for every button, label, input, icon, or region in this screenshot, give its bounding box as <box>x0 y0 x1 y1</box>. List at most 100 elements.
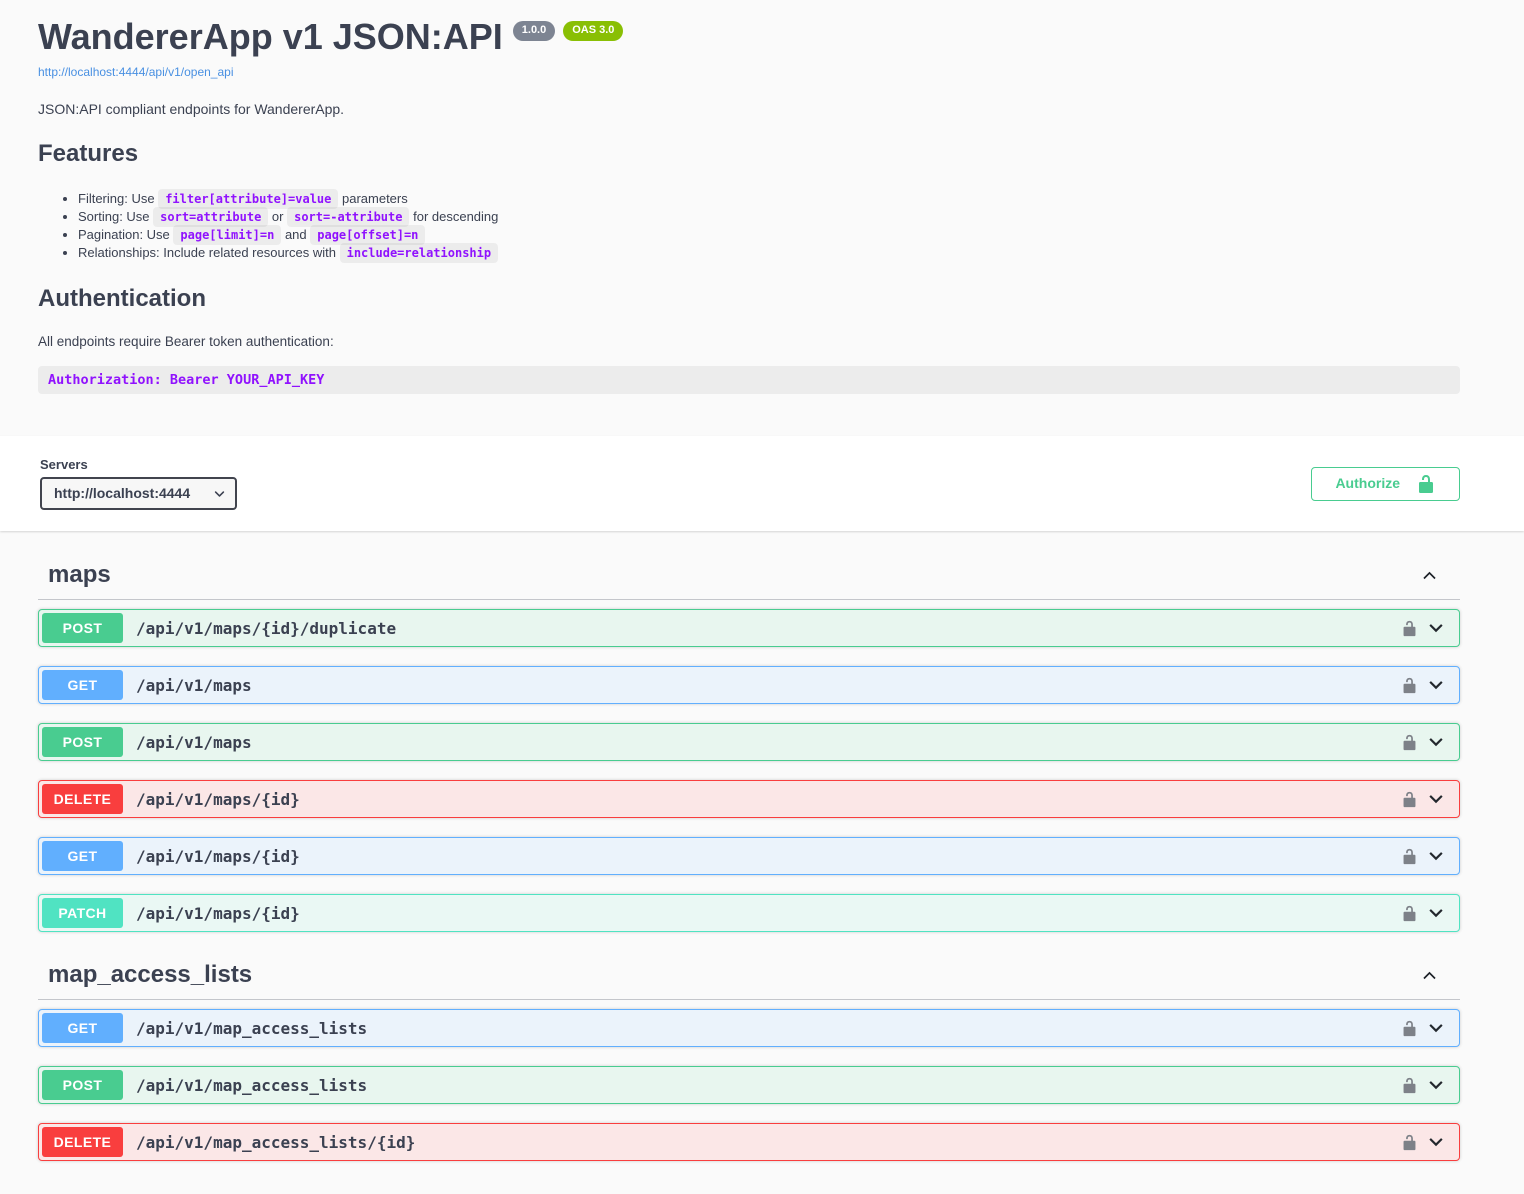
auth-lock-button[interactable] <box>1401 848 1418 865</box>
chevron-down-icon <box>1427 790 1445 808</box>
method-badge: PATCH <box>42 898 123 928</box>
chevron-down-icon <box>1427 676 1445 694</box>
servers-label: Servers <box>40 457 237 472</box>
chevron-down-icon <box>1427 847 1445 865</box>
inline-code: sort=-attribute <box>287 207 409 227</box>
operation-path: /api/v1/map_access_lists <box>136 1076 1401 1095</box>
method-badge: GET <box>42 841 123 871</box>
auth-description: All endpoints require Bearer token authe… <box>38 334 1460 349</box>
expand-operation-button[interactable] <box>1427 1133 1445 1151</box>
feature-item: Filtering: Use filter[attribute]=value p… <box>78 190 1460 208</box>
operation-row[interactable]: GET /api/v1/maps/{id} <box>38 837 1460 875</box>
expand-operation-button[interactable] <box>1427 676 1445 694</box>
expand-operation-button[interactable] <box>1427 619 1445 637</box>
expand-operation-button[interactable] <box>1427 733 1445 751</box>
operation-path: /api/v1/maps/{id} <box>136 904 1401 923</box>
chevron-up-icon <box>1421 967 1438 984</box>
unlock-icon <box>1401 620 1418 637</box>
inline-code: include=relationship <box>340 243 499 263</box>
server-select[interactable]: http://localhost:4444 <box>40 477 237 510</box>
unlock-icon <box>1401 791 1418 808</box>
tag-section: map_access_lists GET /api/v1/map_access_… <box>38 951 1460 1161</box>
chevron-down-icon <box>1427 733 1445 751</box>
collapse-section-button[interactable] <box>1421 567 1438 584</box>
unlock-icon <box>1401 677 1418 694</box>
expand-operation-button[interactable] <box>1427 1019 1445 1037</box>
auth-lock-button[interactable] <box>1401 1077 1418 1094</box>
operation-row[interactable]: POST /api/v1/map_access_lists <box>38 1066 1460 1104</box>
operation-path: /api/v1/map_access_lists <box>136 1019 1401 1038</box>
tag-name: maps <box>48 561 111 589</box>
unlock-icon <box>1401 1134 1418 1151</box>
base-url-link[interactable]: http://localhost:4444/api/v1/open_api <box>38 65 233 79</box>
authorize-label: Authorize <box>1335 475 1400 492</box>
chevron-down-icon <box>1427 904 1445 922</box>
expand-operation-button[interactable] <box>1427 904 1445 922</box>
operation-row[interactable]: PATCH /api/v1/maps/{id} <box>38 894 1460 932</box>
chevron-down-icon <box>1427 619 1445 637</box>
tag-name: map_access_lists <box>48 961 252 989</box>
expand-operation-button[interactable] <box>1427 847 1445 865</box>
inline-code: filter[attribute]=value <box>158 189 338 209</box>
operation-row[interactable]: DELETE /api/v1/map_access_lists/{id} <box>38 1123 1460 1161</box>
api-title-text: WandererApp v1 JSON:API <box>38 18 503 56</box>
expand-operation-button[interactable] <box>1427 1076 1445 1094</box>
feature-item: Relationships: Include related resources… <box>78 244 1460 262</box>
expand-operation-button[interactable] <box>1427 790 1445 808</box>
operation-row[interactable]: POST /api/v1/maps/{id}/duplicate <box>38 609 1460 647</box>
auth-lock-button[interactable] <box>1401 905 1418 922</box>
scheme-container: Servers http://localhost:4444 Authorize <box>0 436 1524 531</box>
server-select-wrap: http://localhost:4444 <box>40 477 237 510</box>
tag-header[interactable]: maps <box>38 551 1460 600</box>
operation-path: /api/v1/maps/{id} <box>136 790 1401 809</box>
auth-lock-button[interactable] <box>1401 677 1418 694</box>
unlock-icon <box>1401 905 1418 922</box>
operation-path: /api/v1/maps/{id}/duplicate <box>136 619 1401 638</box>
inline-code: page[offset]=n <box>310 225 425 245</box>
authentication-heading: Authentication <box>38 285 1460 313</box>
unlock-icon <box>1401 1077 1418 1094</box>
method-badge: GET <box>42 1013 123 1043</box>
auth-lock-button[interactable] <box>1401 1020 1418 1037</box>
operation-row[interactable]: GET /api/v1/maps <box>38 666 1460 704</box>
operations-sections: maps POST /api/v1/maps/{id}/duplicate GE… <box>0 531 1524 1194</box>
tag-section: maps POST /api/v1/maps/{id}/duplicate GE… <box>38 551 1460 932</box>
chevron-up-icon <box>1421 567 1438 584</box>
operation-row[interactable]: DELETE /api/v1/maps/{id} <box>38 780 1460 818</box>
method-badge: POST <box>42 727 123 757</box>
features-heading: Features <box>38 140 1460 168</box>
operation-path: /api/v1/maps <box>136 676 1401 695</box>
unlock-icon <box>1416 474 1436 494</box>
servers-block: Servers http://localhost:4444 <box>40 457 237 510</box>
auth-lock-button[interactable] <box>1401 734 1418 751</box>
swagger-ui-page: WandererApp v1 JSON:API 1.0.0 OAS 3.0 ht… <box>0 0 1524 1194</box>
unlock-icon <box>1401 1020 1418 1037</box>
unlock-icon <box>1401 734 1418 751</box>
operation-path: /api/v1/maps/{id} <box>136 847 1401 866</box>
auth-lock-button[interactable] <box>1401 1134 1418 1151</box>
operation-row[interactable]: GET /api/v1/map_access_lists <box>38 1009 1460 1047</box>
inline-code: sort=attribute <box>153 207 268 227</box>
auth-lock-button[interactable] <box>1401 620 1418 637</box>
operations-list: POST /api/v1/maps/{id}/duplicate GET /ap… <box>38 609 1460 932</box>
tag-header[interactable]: map_access_lists <box>38 951 1460 1000</box>
chevron-down-icon <box>1427 1019 1445 1037</box>
method-badge: DELETE <box>42 784 123 814</box>
chevron-down-icon <box>1427 1076 1445 1094</box>
version-badge: 1.0.0 <box>513 21 555 41</box>
api-description: JSON:API compliant endpoints for Wandere… <box>38 101 1460 117</box>
method-badge: POST <box>42 613 123 643</box>
operation-row[interactable]: POST /api/v1/maps <box>38 723 1460 761</box>
authorize-button[interactable]: Authorize <box>1311 467 1460 501</box>
operation-path: /api/v1/maps <box>136 733 1401 752</box>
feature-item: Sorting: Use sort=attribute or sort=-att… <box>78 208 1460 226</box>
unlock-icon <box>1401 848 1418 865</box>
method-badge: DELETE <box>42 1127 123 1157</box>
collapse-section-button[interactable] <box>1421 967 1438 984</box>
features-list: Filtering: Use filter[attribute]=value p… <box>38 190 1460 262</box>
auth-lock-button[interactable] <box>1401 791 1418 808</box>
method-badge: GET <box>42 670 123 700</box>
feature-item: Pagination: Use page[limit]=n and page[o… <box>78 226 1460 244</box>
auth-code-block: Authorization: Bearer YOUR_API_KEY <box>38 366 1460 394</box>
method-badge: POST <box>42 1070 123 1100</box>
